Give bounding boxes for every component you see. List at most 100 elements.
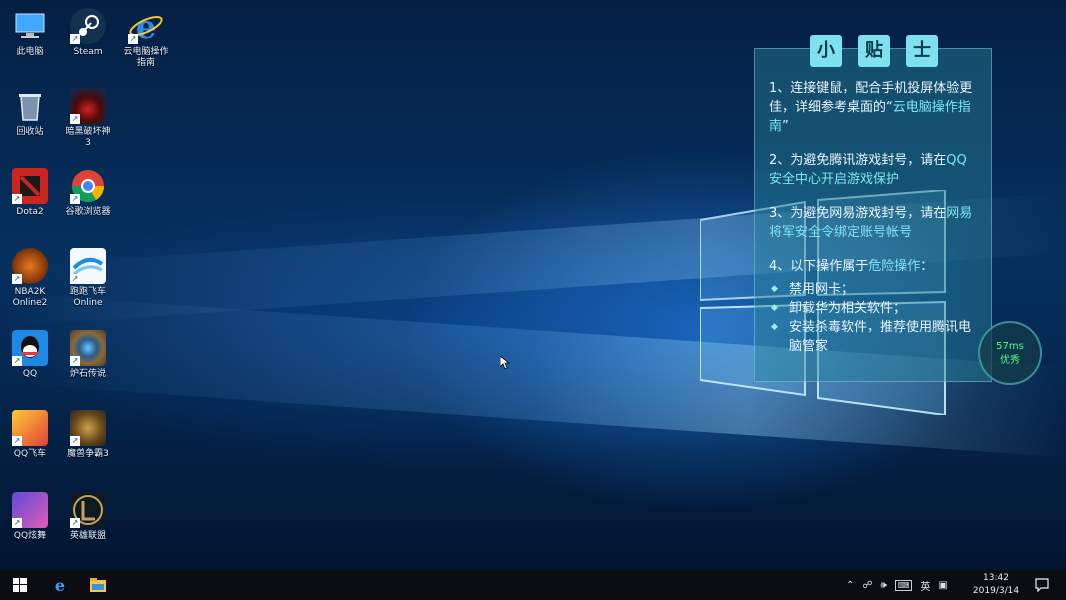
tips-title: 小贴士 xyxy=(755,35,993,67)
hearthstone-icon: ↗ xyxy=(70,330,106,366)
desktop-icon-cloud-guide[interactable]: e ↗ 云电脑操作 指南 xyxy=(116,8,176,69)
shortcut-arrow-icon: ↗ xyxy=(70,194,80,204)
chevron-up-icon[interactable]: ⌃ xyxy=(846,580,854,591)
shortcut-arrow-icon: ↗ xyxy=(12,436,22,446)
shortcut-arrow-icon: ↗ xyxy=(12,518,22,528)
taskbar-clock[interactable]: 13:42 2019/3/14 xyxy=(968,572,1024,598)
desktop-icon-lol[interactable]: ↗ 英雄联盟 xyxy=(58,492,118,542)
tip-item: 1、连接键鼠，配合手机投屏体验更佳，详细参考桌面的“云电脑操作指南” xyxy=(769,79,983,136)
tip-text: 3、为避免网易游戏封号，请在 xyxy=(769,206,947,221)
speed-online-icon: ↗ xyxy=(70,248,106,284)
latency-badge[interactable]: 57ms 优秀 xyxy=(978,321,1042,385)
qq-dance-icon: ↗ xyxy=(12,492,48,528)
desktop-icon-qq-dance[interactable]: ↗ QQ炫舞 xyxy=(0,492,60,542)
chrome-icon: ↗ xyxy=(70,168,106,204)
shortcut-arrow-icon: ↗ xyxy=(12,194,22,204)
qq-icon: ↗ xyxy=(12,330,48,366)
tip-item: 3、为避免网易游戏封号，请在网易将军安全令绑定账号帐号 xyxy=(769,204,983,242)
desktop-icon-label: 炉石传说 xyxy=(69,369,106,379)
computer-icon xyxy=(12,8,48,44)
tip-highlight: 危险操作 xyxy=(868,259,921,274)
desktop-icon-diablo3[interactable]: ↗ 暗黑破坏神 3 xyxy=(58,88,118,149)
desktop-icon-label: 英雄联盟 xyxy=(69,531,106,541)
qq-speed-icon: ↗ xyxy=(12,410,48,446)
desktop-icon-label: 谷歌浏览器 xyxy=(65,207,111,217)
tip-text: ： xyxy=(920,259,934,274)
svg-text:e: e xyxy=(136,8,156,44)
system-tray: ⌃ ☍ 🕪 ⌨ 英 ▣ xyxy=(842,570,952,600)
ime-icon[interactable]: ▣ xyxy=(938,580,947,591)
desktop-icon-label: Dota2 xyxy=(16,207,44,217)
latency-value: 57ms xyxy=(996,341,1024,352)
steam-icon: ↗ xyxy=(70,8,106,44)
folder-icon xyxy=(90,578,106,592)
desktop-wallpaper: 此电脑 ↗ Steam e ↗ 云电脑操作 指南 回收站 ↗ 暗黑破坏神 3 ↗… xyxy=(0,0,1066,570)
network-icon[interactable]: ☍ xyxy=(862,580,872,591)
shortcut-arrow-icon: ↗ xyxy=(12,274,22,284)
diablo-icon: ↗ xyxy=(70,88,106,124)
taskbar: e ⌃ ☍ 🕪 ⌨ 英 ▣ 13:42 2019/3/14 xyxy=(0,570,1066,600)
shortcut-arrow-icon: ↗ xyxy=(70,34,80,44)
desktop-icon-nba2k[interactable]: ↗ NBA2K Online2 xyxy=(0,248,60,309)
start-button[interactable] xyxy=(0,570,40,600)
dota2-icon: ↗ xyxy=(12,168,48,204)
tip-item: 4、以下操作属于危险操作： xyxy=(769,257,983,276)
desktop-icon-label: 此电脑 xyxy=(16,47,44,57)
tip-bullet: 安装杀毒软件，推荐使用腾讯电脑管家 xyxy=(771,318,983,356)
nba2k-icon: ↗ xyxy=(12,248,48,284)
windows-start-icon xyxy=(13,578,27,592)
desktop-icon-warcraft3[interactable]: ↗ 魔兽争霸3 xyxy=(58,410,118,460)
desktop-icon-qq[interactable]: ↗ QQ xyxy=(0,330,60,380)
input-mode-icon[interactable]: ⌨ xyxy=(894,579,913,591)
latency-status: 优秀 xyxy=(1000,355,1020,366)
desktop-icon-label: QQ xyxy=(22,369,38,379)
desktop-icon-chrome[interactable]: ↗ 谷歌浏览器 xyxy=(58,168,118,218)
desktop-icon-label: 暗黑破坏神 3 xyxy=(65,127,111,148)
action-center-button[interactable] xyxy=(1022,570,1062,600)
warcraft3-icon: ↗ xyxy=(70,410,106,446)
shortcut-arrow-icon: ↗ xyxy=(128,34,138,44)
desktop-icon-label: QQ炫舞 xyxy=(13,531,47,541)
clock-date: 2019/3/14 xyxy=(972,586,1020,596)
ie-icon: e xyxy=(55,576,65,594)
desktop-icon-label: 云电脑操作 指南 xyxy=(123,47,169,68)
tip-text: 4、以下操作属于 xyxy=(769,259,869,274)
tips-body: 1、连接键鼠，配合手机投屏体验更佳，详细参考桌面的“云电脑操作指南” 2、为避免… xyxy=(769,79,983,356)
desktop-icon-label: 回收站 xyxy=(16,127,44,137)
tip-text: 2、为避免腾讯游戏封号，请在 xyxy=(769,153,947,168)
desktop-icon-dota2[interactable]: ↗ Dota2 xyxy=(0,168,60,218)
shortcut-arrow-icon: ↗ xyxy=(70,274,80,284)
volume-icon[interactable]: 🕪 xyxy=(881,580,887,591)
clock-time: 13:42 xyxy=(983,573,1009,583)
desktop-icon-label: 跑跑飞车 Online xyxy=(69,287,106,308)
desktop-icon-steam[interactable]: ↗ Steam xyxy=(58,8,118,58)
tip-bullet-list: 禁用网卡； 卸载华为相关软件； 安装杀毒软件，推荐使用腾讯电脑管家 xyxy=(769,280,983,356)
tip-bullet: 禁用网卡； xyxy=(771,280,983,299)
desktop-icon-label: QQ飞车 xyxy=(13,449,47,459)
desktop-icon-label: 魔兽争霸3 xyxy=(67,449,109,459)
tips-title-char: 小 xyxy=(810,35,842,67)
shortcut-arrow-icon: ↗ xyxy=(70,356,80,366)
notification-icon xyxy=(1035,578,1049,592)
ie-icon: e ↗ xyxy=(128,8,164,46)
desktop-icon-label: NBA2K Online2 xyxy=(12,287,48,308)
tip-bullet: 卸载华为相关软件； xyxy=(771,299,983,318)
svg-text:e: e xyxy=(55,576,65,594)
shortcut-arrow-icon: ↗ xyxy=(70,114,80,124)
taskbar-ie-button[interactable]: e xyxy=(40,570,80,600)
desktop-icon-this-pc[interactable]: 此电脑 xyxy=(0,8,60,58)
tip-item: 2、为避免腾讯游戏封号，请在QQ 安全中心开启游戏保护 xyxy=(769,151,983,189)
desktop-icon-recycle-bin[interactable]: 回收站 xyxy=(0,88,60,138)
desktop-icon-speed-online[interactable]: ↗ 跑跑飞车 Online xyxy=(58,248,118,309)
shortcut-arrow-icon: ↗ xyxy=(12,356,22,366)
lol-icon: ↗ xyxy=(70,492,106,528)
tip-text: ” xyxy=(782,119,789,134)
desktop-icon-hearthstone[interactable]: ↗ 炉石传说 xyxy=(58,330,118,380)
desktop-icon-qq-speed[interactable]: ↗ QQ飞车 xyxy=(0,410,60,460)
ime-indicator[interactable]: 英 xyxy=(920,578,930,593)
mouse-cursor-icon xyxy=(500,356,510,370)
tips-title-char: 士 xyxy=(906,35,938,67)
desktop-icon-label: Steam xyxy=(73,47,103,57)
taskbar-explorer-button[interactable] xyxy=(78,570,118,600)
shortcut-arrow-icon: ↗ xyxy=(70,436,80,446)
